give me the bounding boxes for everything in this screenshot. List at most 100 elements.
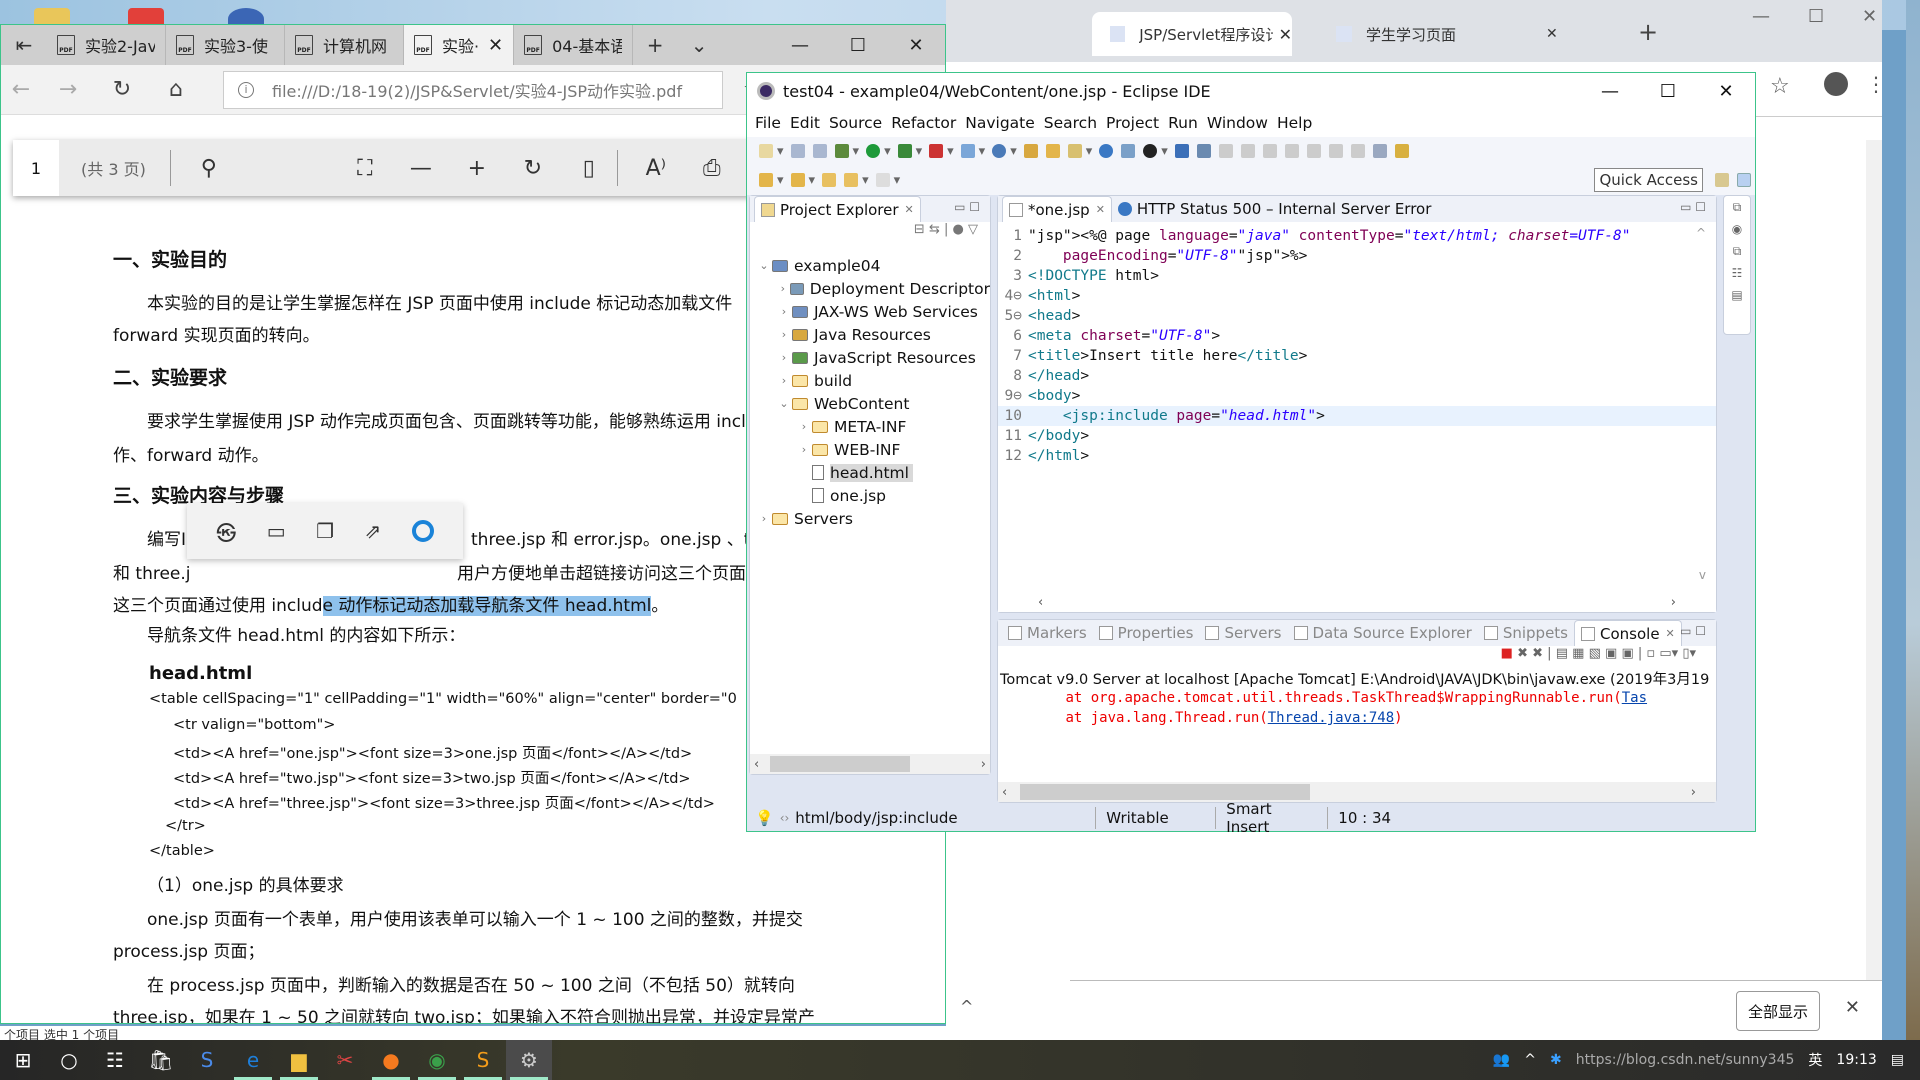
minimize-maximize-icons[interactable]: ▭ ☐ [954, 200, 980, 214]
code-editor[interactable]: 1 "jsp"><%@ page language="java" contentT… [998, 222, 1716, 466]
open-perspective-icon[interactable] [1715, 173, 1729, 187]
debug-icon[interactable] [834, 144, 849, 158]
new-web-project-icon[interactable] [960, 144, 975, 158]
run-server-icon[interactable] [897, 144, 912, 158]
address-text[interactable]: file:///D:/18-19(2)/JSP&Servlet/实验4-JSP动… [272, 78, 682, 102]
chevron-up-icon[interactable]: ^ [960, 997, 973, 1016]
console-icon[interactable] [1174, 144, 1189, 158]
close-tab-icon[interactable]: ✕ [488, 35, 503, 56]
back-icon[interactable] [844, 173, 859, 187]
tree-item[interactable]: › Java Resources [750, 323, 990, 346]
tab-snippets[interactable]: Snippets [1478, 620, 1574, 646]
ime-indicator[interactable]: 英 [1808, 1050, 1822, 1070]
code-line[interactable]: 11 </body> [998, 426, 1716, 446]
close-download-bar-icon[interactable]: ✕ [1845, 997, 1860, 1018]
expand-toggle-icon[interactable]: ⌄ [776, 397, 792, 410]
menu-edit[interactable]: Edit [790, 114, 820, 132]
tab-servers[interactable]: Servers [1199, 620, 1287, 646]
menu-window[interactable]: Window [1207, 114, 1268, 132]
expand-toggle-icon[interactable]: › [776, 351, 792, 364]
tree-item[interactable]: › WEB-INF [750, 438, 990, 461]
clear-console-icon[interactable]: ▤ [1556, 646, 1568, 661]
tab-list-button[interactable]: ⌄ [677, 25, 721, 65]
next-annotation-icon[interactable] [759, 173, 773, 187]
open-resource-icon[interactable] [1045, 144, 1060, 158]
open-type-icon[interactable] [1023, 144, 1038, 158]
new-icon[interactable] [759, 144, 773, 158]
scrollbar-thumb[interactable] [770, 756, 910, 772]
menu-kebab-icon[interactable]: ⋮ [1866, 72, 1886, 96]
task-list-icon[interactable]: ▤ [1724, 284, 1750, 306]
show-all-downloads-button[interactable]: 全部显示 [1736, 991, 1820, 1031]
code-line[interactable]: 2 pageEncoding="UTF-8""jsp">%> [998, 246, 1716, 266]
restore-icon[interactable]: ⧉ [1724, 196, 1750, 218]
page-scrollbar[interactable] [1866, 140, 1882, 980]
notification-center-icon[interactable]: ▤ [1891, 1052, 1904, 1068]
tree-item[interactable]: one.jsp [750, 484, 990, 507]
last-edit-location-icon[interactable] [822, 173, 837, 187]
new-tab-button[interactable]: + [1638, 18, 1658, 46]
code-line[interactable]: 5⊖ <head> [998, 306, 1716, 326]
show-on-stderr-icon[interactable]: ▣ [1621, 646, 1633, 661]
close-button[interactable]: ✕ [1862, 6, 1877, 27]
cortana-icon[interactable] [411, 520, 434, 542]
maximize-button[interactable]: ☐ [829, 25, 887, 65]
bookmark-star-icon[interactable]: ☆ [1770, 74, 1790, 99]
sublime-icon[interactable]: S [460, 1040, 506, 1080]
code-line[interactable]: 9⊖ <body> [998, 386, 1716, 406]
code-line[interactable]: 3 <!DOCTYPE html> [998, 266, 1716, 286]
code-line[interactable]: 1 "jsp"><%@ page language="java" contentT… [998, 226, 1716, 246]
new-web-service-icon[interactable] [992, 144, 1007, 158]
menu-help[interactable]: Help [1277, 114, 1312, 132]
forward-icon[interactable] [875, 173, 890, 187]
address-bar[interactable]: i file:///D:/18-19(2)/JSP&Servlet/实验4-JS… [223, 70, 723, 109]
snipping-tool-icon[interactable]: ✂ [322, 1040, 368, 1080]
store-icon[interactable]: 🛍 [138, 1040, 184, 1080]
edge-tab[interactable]: PDF 计算机网 [285, 25, 404, 65]
terminate-icon[interactable] [1262, 144, 1277, 158]
source-link[interactable]: Tas [1622, 690, 1647, 706]
minimize-maximize-icons[interactable]: ▭ ☐ [1680, 200, 1706, 214]
show-on-stdout-icon[interactable]: ▣ [1605, 646, 1617, 661]
tab-console[interactable]: Console ✕ [1574, 620, 1682, 646]
expand-toggle-icon[interactable]: ⌄ [756, 259, 772, 272]
tab-data-source-explorer[interactable]: Data Source Explorer [1288, 620, 1478, 646]
chrome-tab[interactable]: 学生学习页面 ✕ [1318, 12, 1568, 56]
file-explorer-icon[interactable]: ▆ [276, 1040, 322, 1080]
tree-item[interactable]: › Deployment Descriptor [750, 277, 990, 300]
clock[interactable]: 19:13 [1836, 1052, 1876, 1068]
people-icon[interactable]: 👥 [1493, 1052, 1510, 1068]
web-service-explorer-icon[interactable] [1121, 144, 1136, 158]
view-menu-icon[interactable]: ▽ [968, 222, 978, 237]
close-button[interactable]: ✕ [1697, 81, 1755, 102]
code-line[interactable]: 6 <meta charset="UTF-8"> [998, 326, 1716, 346]
code-line[interactable]: 10 <jsp:include page="head.html"> [998, 406, 1716, 426]
close-icon[interactable]: ✕ [1666, 627, 1675, 640]
print-icon[interactable]: ⎙ [684, 156, 740, 181]
tree-item[interactable]: head.html [750, 461, 990, 484]
search-icon[interactable]: ⚲ [181, 156, 237, 181]
tab-project-explorer[interactable]: Project Explorer ✕ [754, 196, 921, 222]
sogou-icon[interactable]: S [184, 1040, 230, 1080]
step-over-icon[interactable] [1328, 144, 1343, 158]
run-icon[interactable] [866, 144, 881, 158]
open-console-icon[interactable]: ▯▾ [1682, 646, 1696, 661]
expand-toggle-icon[interactable]: › [776, 374, 792, 387]
expand-toggle-icon[interactable]: › [756, 512, 772, 525]
expand-toggle-icon[interactable]: › [796, 420, 812, 433]
scroll-up-icon[interactable]: ^ [1696, 226, 1706, 240]
collapse-all-icon[interactable]: ⊟ [914, 222, 925, 237]
profile-icon[interactable] [1143, 144, 1158, 158]
minimize-button[interactable]: — [771, 25, 829, 65]
toggle-icon[interactable] [1394, 144, 1409, 158]
display-console-icon[interactable]: ▭▾ [1659, 646, 1678, 661]
horizontal-scrollbar[interactable]: ‹ › [998, 782, 1716, 802]
menu-file[interactable]: File [755, 114, 781, 132]
jee-perspective-icon[interactable] [1737, 173, 1751, 187]
disconnect-icon[interactable] [1284, 144, 1299, 158]
show-hidden-icons[interactable]: ^ [1524, 1052, 1536, 1068]
windows-start-icon[interactable]: ⊞ [0, 1040, 46, 1080]
profile-avatar-icon[interactable] [1824, 72, 1848, 96]
quick-access-input[interactable]: Quick Access [1594, 168, 1703, 192]
marker-icon[interactable] [1067, 144, 1082, 158]
